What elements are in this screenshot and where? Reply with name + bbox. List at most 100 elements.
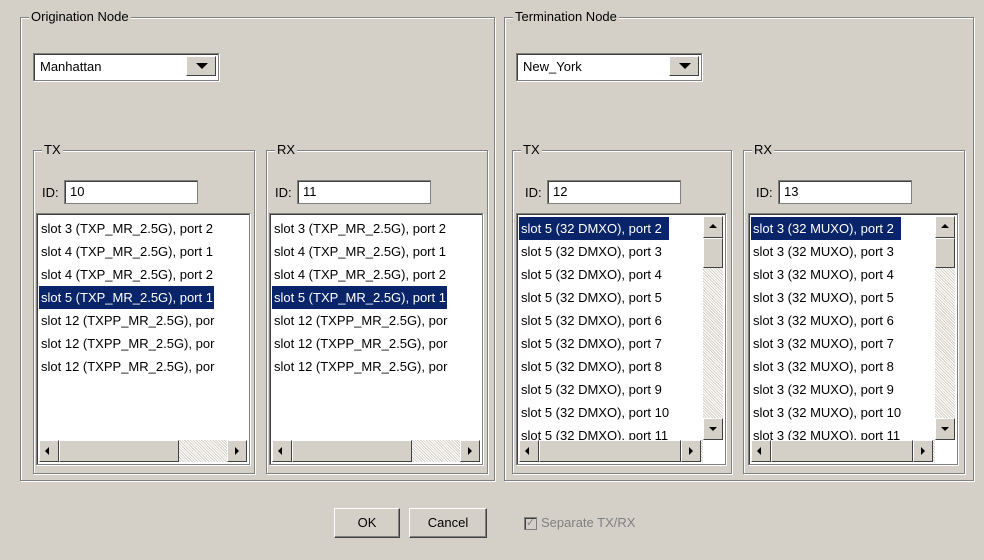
- origination-rx-id-field[interactable]: 11: [297, 180, 431, 204]
- list-item[interactable]: slot 4 (TXP_MR_2.5G), port 1: [39, 240, 214, 263]
- termination-dropdown-button[interactable]: [669, 56, 699, 76]
- list-item[interactable]: slot 5 (32 DMXO), port 8: [519, 355, 669, 378]
- list-item[interactable]: slot 5 (TXP_MR_2.5G), port 1: [272, 286, 448, 309]
- scroll-left-button[interactable]: [272, 440, 292, 462]
- termination-tx-rows: slot 5 (32 DMXO), port 2 slot 5 (32 DMXO)…: [519, 217, 670, 447]
- scroll-thumb[interactable]: [539, 440, 681, 462]
- termination-tx-id-label: ID:: [525, 185, 542, 200]
- list-item[interactable]: slot 5 (32 DMXO), port 9: [519, 378, 669, 401]
- list-item[interactable]: slot 3 (32 MUXO), port 7: [751, 332, 901, 355]
- scroll-left-button[interactable]: [519, 440, 539, 462]
- origination-tx-id-field[interactable]: 10: [64, 180, 198, 204]
- separate-txrx-label: Separate TX/RX: [541, 515, 636, 530]
- termination-tx-list[interactable]: slot 5 (32 DMXO), port 2 slot 5 (32 DMXO)…: [516, 213, 726, 465]
- arrow-down-icon: [941, 427, 949, 431]
- scroll-thumb[interactable]: [292, 440, 412, 462]
- origination-rx-id-value: 11: [303, 184, 317, 199]
- list-item[interactable]: slot 3 (32 MUXO), port 9: [751, 378, 901, 401]
- scroll-thumb[interactable]: [935, 238, 955, 268]
- origination-tx-rows: slot 3 (TXP_MR_2.5G), port 2 slot 4 (TXP_…: [39, 217, 215, 378]
- termination-node-title: Termination Node: [513, 9, 619, 25]
- origination-rx-group: RX ID: 11 slot 3 (TXP_MR_2.5G), port 2 sl…: [266, 142, 488, 474]
- list-item[interactable]: slot 12 (TXPP_MR_2.5G), por: [272, 309, 447, 332]
- scroll-down-button[interactable]: [703, 418, 723, 440]
- list-item[interactable]: slot 4 (TXP_MR_2.5G), port 1: [272, 240, 447, 263]
- ok-button[interactable]: OK: [334, 508, 400, 538]
- origination-node-group: Origination Node Manhattan TX ID: 10 slo…: [20, 9, 495, 481]
- termination-tx-id-field[interactable]: 12: [547, 180, 681, 204]
- list-item[interactable]: slot 12 (TXPP_MR_2.5G), por: [272, 332, 447, 355]
- list-item[interactable]: slot 3 (32 MUXO), port 8: [751, 355, 901, 378]
- arrow-down-icon: [709, 427, 717, 431]
- origination-tx-group: TX ID: 10 slot 3 (TXP_MR_2.5G), port 2 sl…: [33, 142, 255, 474]
- origination-rx-rows: slot 3 (TXP_MR_2.5G), port 2 slot 4 (TXP_…: [272, 217, 448, 378]
- termination-tx-group: TX ID: 12 slot 5 (32 DMXO), port 2 slot 5…: [512, 142, 732, 474]
- list-item[interactable]: slot 5 (32 DMXO), port 3: [519, 240, 669, 263]
- list-item[interactable]: slot 3 (32 MUXO), port 3: [751, 240, 901, 263]
- scroll-up-button[interactable]: [703, 216, 723, 238]
- list-item[interactable]: slot 4 (TXP_MR_2.5G), port 2: [39, 263, 214, 286]
- list-item[interactable]: slot 3 (32 MUXO), port 4: [751, 263, 901, 286]
- termination-rx-title: RX: [752, 142, 775, 158]
- list-item[interactable]: slot 12 (TXPP_MR_2.5G), por: [39, 332, 214, 355]
- chevron-down-icon: [196, 63, 208, 69]
- origination-rx-title: RX: [275, 142, 298, 158]
- scroll-right-button[interactable]: [681, 440, 701, 462]
- cancel-button[interactable]: Cancel: [409, 508, 487, 538]
- arrow-left-icon: [278, 447, 282, 455]
- origination-tx-hscrollbar[interactable]: [39, 440, 247, 462]
- origination-tx-id-value: 10: [70, 184, 85, 199]
- origination-rx-id-label: ID:: [275, 185, 292, 200]
- termination-node-combobox[interactable]: New_York: [516, 53, 702, 81]
- arrow-right-icon: [468, 447, 472, 455]
- scroll-down-button[interactable]: [935, 418, 955, 440]
- list-item[interactable]: slot 5 (TXP_MR_2.5G), port 1: [39, 286, 215, 309]
- list-item[interactable]: slot 3 (32 MUXO), port 5: [751, 286, 901, 309]
- scroll-thumb[interactable]: [59, 440, 179, 462]
- scroll-right-button[interactable]: [227, 440, 247, 462]
- list-item[interactable]: slot 5 (32 DMXO), port 5: [519, 286, 669, 309]
- scroll-right-button[interactable]: [913, 440, 933, 462]
- origination-dropdown-button[interactable]: [186, 56, 216, 76]
- list-item[interactable]: slot 12 (TXPP_MR_2.5G), por: [39, 309, 214, 332]
- list-item[interactable]: slot 5 (32 DMXO), port 6: [519, 309, 669, 332]
- termination-tx-vscrollbar[interactable]: [703, 216, 723, 440]
- scroll-left-button[interactable]: [751, 440, 771, 462]
- scroll-up-button[interactable]: [935, 216, 955, 238]
- arrow-right-icon: [921, 447, 925, 455]
- scroll-left-button[interactable]: [39, 440, 59, 462]
- list-item[interactable]: slot 5 (32 DMXO), port 7: [519, 332, 669, 355]
- scroll-thumb[interactable]: [703, 238, 723, 268]
- termination-rx-hscrollbar[interactable]: [751, 440, 935, 462]
- termination-rx-rows: slot 3 (32 MUXO), port 2 slot 3 (32 MUXO)…: [751, 217, 902, 447]
- origination-tx-title: TX: [42, 142, 63, 158]
- termination-tx-id-value: 12: [553, 184, 568, 199]
- termination-rx-vscrollbar[interactable]: [935, 216, 955, 440]
- scroll-right-button[interactable]: [460, 440, 480, 462]
- origination-rx-hscrollbar[interactable]: [272, 440, 480, 462]
- scroll-thumb[interactable]: [771, 440, 913, 462]
- list-item[interactable]: slot 5 (32 DMXO), port 10: [519, 401, 669, 424]
- termination-tx-hscrollbar[interactable]: [519, 440, 703, 462]
- list-item[interactable]: slot 5 (32 DMXO), port 4: [519, 263, 669, 286]
- list-item[interactable]: slot 12 (TXPP_MR_2.5G), por: [39, 355, 214, 378]
- list-item[interactable]: slot 5 (32 DMXO), port 2: [519, 217, 670, 240]
- origination-node-combobox[interactable]: Manhattan: [33, 53, 219, 81]
- list-item[interactable]: slot 4 (TXP_MR_2.5G), port 2: [272, 263, 447, 286]
- arrow-right-icon: [235, 447, 239, 455]
- arrow-left-icon: [525, 447, 529, 455]
- list-item[interactable]: slot 3 (TXP_MR_2.5G), port 2: [39, 217, 214, 240]
- list-item[interactable]: slot 3 (32 MUXO), port 10: [751, 401, 901, 424]
- origination-rx-list[interactable]: slot 3 (TXP_MR_2.5G), port 2 slot 4 (TXP_…: [269, 213, 483, 465]
- termination-rx-id-value: 13: [784, 184, 799, 199]
- list-item[interactable]: slot 3 (32 MUXO), port 2: [751, 217, 902, 240]
- termination-rx-list[interactable]: slot 3 (32 MUXO), port 2 slot 3 (32 MUXO)…: [748, 213, 958, 465]
- chevron-down-icon: [679, 63, 691, 69]
- origination-tx-list[interactable]: slot 3 (TXP_MR_2.5G), port 2 slot 4 (TXP_…: [36, 213, 250, 465]
- list-item[interactable]: slot 12 (TXPP_MR_2.5G), por: [272, 355, 447, 378]
- list-item[interactable]: slot 3 (TXP_MR_2.5G), port 2: [272, 217, 447, 240]
- list-item[interactable]: slot 3 (32 MUXO), port 6: [751, 309, 901, 332]
- arrow-up-icon: [941, 224, 949, 228]
- termination-rx-id-field[interactable]: 13: [778, 180, 912, 204]
- separate-txrx-checkbox[interactable]: ✓: [524, 517, 537, 530]
